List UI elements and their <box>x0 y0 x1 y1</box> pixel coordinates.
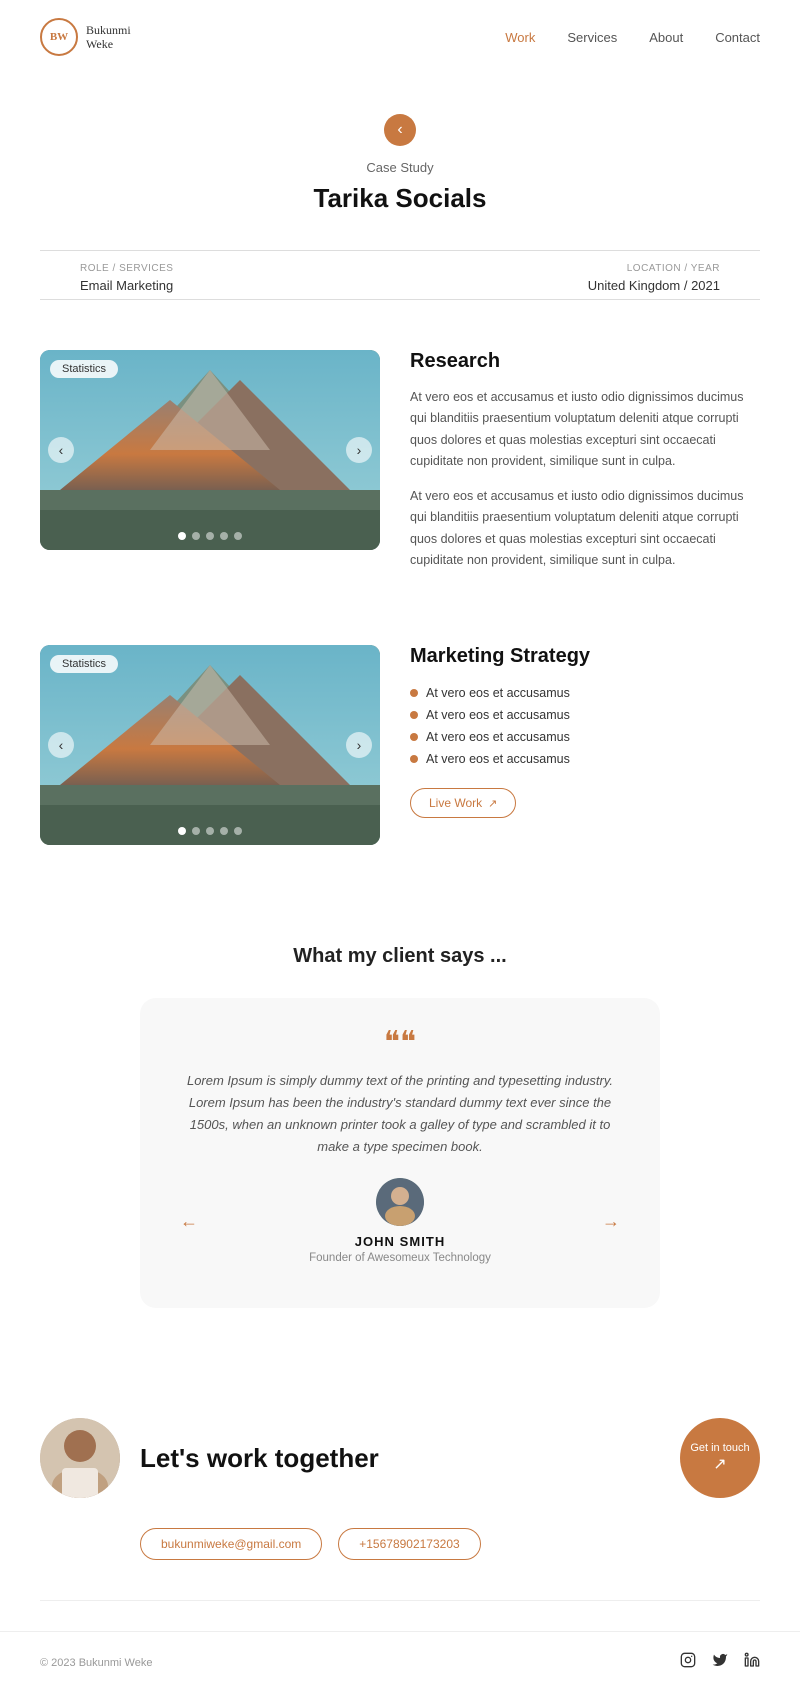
testimonial-avatar-block: JOHN SMITH Founder of Awesomeux Technolo… <box>309 1178 491 1264</box>
external-link-icon: ↗ <box>488 797 497 810</box>
carousel-prev-1[interactable]: ‹ <box>48 437 74 463</box>
avatar <box>376 1178 424 1226</box>
navigation: BW Bukunmi Weke Work Services About Cont… <box>0 0 800 74</box>
get-in-touch-button[interactable]: Get in touch ↗ <box>680 1418 760 1498</box>
research-text-block: Research At vero eos et accusamus et ius… <box>410 350 760 585</box>
dot-1 <box>178 532 186 540</box>
cta-avatar <box>40 1418 120 1498</box>
carousel-dots-2 <box>178 827 242 835</box>
research-image: Statistics ‹ › <box>40 350 380 550</box>
marketing-bullets: At vero eos et accusamus At vero eos et … <box>410 682 760 770</box>
nav-link-services[interactable]: Services <box>567 30 617 45</box>
dot-4 <box>220 827 228 835</box>
role-value: Email Marketing <box>80 278 173 293</box>
carousel-prev-2[interactable]: ‹ <box>48 732 74 758</box>
research-img-label: Statistics <box>50 360 118 378</box>
twitter-icon[interactable] <box>712 1652 728 1673</box>
cta-heading: Let's work together <box>140 1443 379 1474</box>
bullet-1: At vero eos et accusamus <box>410 682 760 704</box>
bullet-2: At vero eos et accusamus <box>410 704 760 726</box>
bullet-dot-2 <box>410 711 418 719</box>
footer-copy: © 2023 Bukunmi Weke <box>40 1657 152 1669</box>
marketing-section: Statistics ‹ › Marketing Strategy At ver… <box>0 615 800 875</box>
linkedin-icon[interactable] <box>744 1652 760 1673</box>
email-button[interactable]: bukunmiweke@gmail.com <box>140 1528 322 1560</box>
location-value: United Kingdom / 2021 <box>588 278 720 293</box>
nav-link-about[interactable]: About <box>649 30 683 45</box>
dot-2 <box>192 827 200 835</box>
live-work-button[interactable]: Live Work ↗ <box>410 788 516 818</box>
bullet-3: At vero eos et accusamus <box>410 726 760 748</box>
footer: © 2023 Bukunmi Weke <box>0 1631 800 1693</box>
dot-2 <box>192 532 200 540</box>
research-para1: At vero eos et accusamus et iusto odio d… <box>410 387 760 472</box>
marketing-image-block: Statistics ‹ › <box>40 645 380 845</box>
testimonial-next-button[interactable]: → <box>602 1211 620 1232</box>
carousel-dots-1 <box>178 532 242 540</box>
back-button[interactable]: ‹ <box>384 114 416 146</box>
bullet-4: At vero eos et accusamus <box>410 748 760 770</box>
hero-section: ‹ Case Study Tarika Socials <box>0 74 800 234</box>
phone-button[interactable]: +15678902173203 <box>338 1528 480 1560</box>
instagram-icon[interactable] <box>680 1652 696 1673</box>
research-title: Research <box>410 350 760 373</box>
dot-1 <box>178 827 186 835</box>
meta-location: LOCATION / YEAR United Kingdom / 2021 <box>588 263 720 293</box>
testimonial-prev-button[interactable]: ← <box>180 1211 198 1232</box>
carousel-next-2[interactable]: › <box>346 732 372 758</box>
client-title: Founder of Awesomeux Technology <box>309 1252 491 1264</box>
testimonial-section: What my client says ... ❝❝ Lorem Ipsum i… <box>0 905 800 1328</box>
social-icons <box>680 1652 760 1673</box>
testimonial-card: ❝❝ Lorem Ipsum is simply dummy text of t… <box>140 998 660 1308</box>
quote-icon: ❝❝ <box>180 1028 620 1058</box>
bullet-dot-3 <box>410 733 418 741</box>
bullet-dot-4 <box>410 755 418 763</box>
marketing-image: Statistics ‹ › <box>40 645 380 845</box>
research-para2: At vero eos et accusamus et iusto odio d… <box>410 486 760 571</box>
carousel-next-1[interactable]: › <box>346 437 372 463</box>
meta-row: ROLE / SERVICES Email Marketing LOCATION… <box>40 250 760 300</box>
contact-buttons: bukunmiweke@gmail.com +15678902173203 <box>140 1528 481 1560</box>
role-label: ROLE / SERVICES <box>80 263 173 274</box>
nav-link-work[interactable]: Work <box>505 30 535 45</box>
footer-divider <box>40 1600 760 1601</box>
dot-4 <box>220 532 228 540</box>
nav-links: Work Services About Contact <box>505 30 760 45</box>
marketing-text-block: Marketing Strategy At vero eos et accusa… <box>410 645 760 818</box>
logo-circle: BW <box>40 18 78 56</box>
dot-3 <box>206 827 214 835</box>
case-study-label: Case Study <box>40 160 760 175</box>
marketing-title: Marketing Strategy <box>410 645 760 668</box>
bullet-dot-1 <box>410 689 418 697</box>
meta-role: ROLE / SERVICES Email Marketing <box>80 263 173 293</box>
testimonial-nav: ← JOHN SMITH Founder of Awesomeux Techno… <box>180 1178 620 1264</box>
client-name: JOHN SMITH <box>309 1234 491 1249</box>
project-title: Tarika Socials <box>40 183 760 214</box>
testimonial-heading: What my client says ... <box>40 945 760 968</box>
logo[interactable]: BW Bukunmi Weke <box>40 18 131 56</box>
location-label: LOCATION / YEAR <box>588 263 720 274</box>
cta-top: Let's work together <box>40 1418 379 1498</box>
dot-5 <box>234 532 242 540</box>
research-section: Statistics ‹ › Research At vero eos et a… <box>0 320 800 615</box>
dot-5 <box>234 827 242 835</box>
logo-text: Bukunmi Weke <box>86 23 131 52</box>
research-image-block: Statistics ‹ › <box>40 350 380 550</box>
dot-3 <box>206 532 214 540</box>
cta-section: Let's work together bukunmiweke@gmail.co… <box>0 1368 800 1580</box>
marketing-img-label: Statistics <box>50 655 118 673</box>
nav-link-contact[interactable]: Contact <box>715 30 760 45</box>
testimonial-text: Lorem Ipsum is simply dummy text of the … <box>180 1070 620 1158</box>
